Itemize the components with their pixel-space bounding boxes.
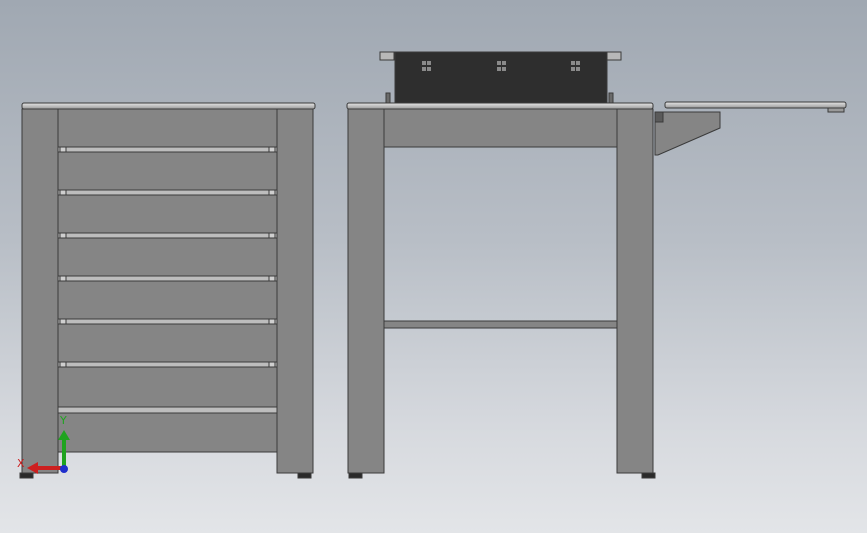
side-top-slab — [346, 102, 654, 110]
side-top-box-stub-left — [385, 92, 391, 104]
y-axis-label: Y — [59, 414, 67, 427]
side-left-foot — [348, 472, 363, 479]
front-panel-gap-3 — [57, 232, 278, 239]
front-panel-7 — [57, 366, 278, 408]
side-top-box-flange-right — [606, 51, 622, 61]
side-right-foot — [641, 472, 656, 479]
side-shelf-tip — [827, 107, 845, 113]
front-panel-gap-5 — [57, 318, 278, 325]
front-panel-8 — [57, 412, 278, 453]
z-axis-dot — [60, 465, 68, 473]
side-shelf-bracket — [654, 111, 721, 156]
front-panel-1 — [57, 108, 278, 148]
side-top-box-flange-left — [379, 51, 395, 61]
side-top-rail — [383, 108, 618, 148]
front-right-foot — [297, 472, 312, 479]
side-top-box-stub-right — [608, 92, 614, 104]
front-left-foot — [19, 472, 34, 479]
front-left-post — [21, 108, 59, 474]
side-view[interactable] — [346, 51, 847, 479]
front-panel-4 — [57, 237, 278, 277]
front-top-slab — [21, 102, 316, 110]
front-panel-6 — [57, 323, 278, 363]
front-panel-2 — [57, 151, 278, 191]
front-panel-3 — [57, 194, 278, 234]
x-axis-label: X — [17, 457, 25, 470]
front-panel-gap-4 — [57, 275, 278, 282]
cad-viewport[interactable]: X Y — [0, 0, 867, 533]
front-panel-gap-1 — [57, 146, 278, 153]
side-shelf — [664, 101, 847, 109]
front-right-post — [276, 108, 314, 474]
side-top-box — [394, 51, 608, 104]
front-panel-gap-2 — [57, 189, 278, 196]
front-panel-5 — [57, 280, 278, 320]
front-panel-gap-6 — [57, 361, 278, 368]
side-lower-stretcher — [383, 320, 618, 329]
drawing-canvas: X Y — [17, 51, 847, 479]
side-shelf-hinge — [654, 111, 664, 123]
side-right-post — [616, 108, 654, 474]
front-panel-gap-7 — [57, 406, 278, 414]
side-left-post — [347, 108, 385, 474]
